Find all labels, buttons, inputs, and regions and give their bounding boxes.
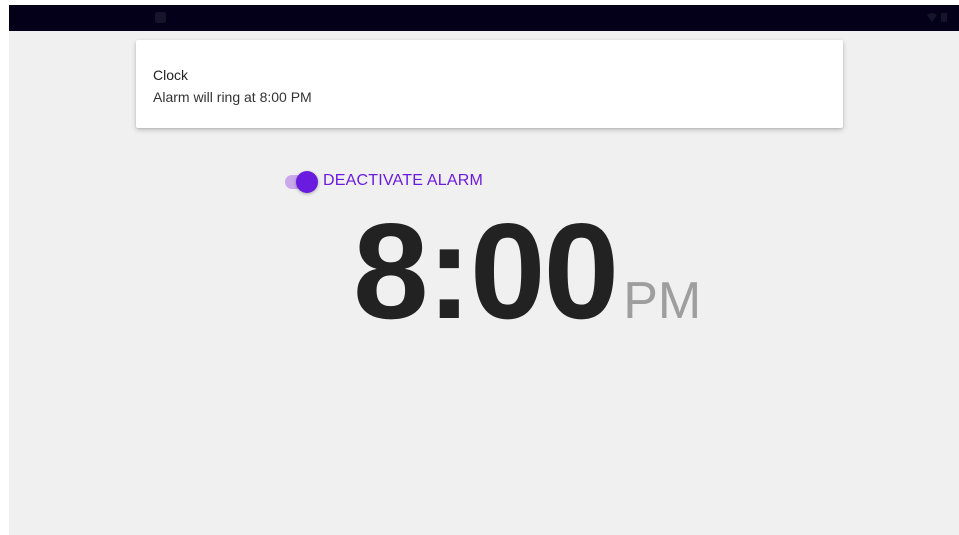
alarm-time: 8:00 — [353, 195, 619, 347]
notification-icon — [155, 12, 166, 23]
switch-thumb — [296, 171, 318, 193]
status-bar — [9, 5, 959, 31]
alarm-time-display: 8:00 PM — [353, 203, 701, 339]
status-bar-right — [927, 12, 951, 25]
alarm-switch[interactable] — [284, 168, 318, 194]
notification-app-name: Clock — [153, 67, 189, 83]
wifi-icon — [927, 12, 937, 25]
deactivate-alarm-label[interactable]: DEACTIVATE ALARM — [323, 172, 483, 190]
status-bar-left — [155, 12, 172, 23]
alarm-ampm: PM — [623, 272, 702, 330]
notification-message: Alarm will ring at 8:00 PM — [153, 89, 312, 105]
battery-icon — [941, 12, 947, 25]
alarm-notification[interactable]: Clock Alarm will ring at 8:00 PM — [136, 40, 843, 128]
app-screen: Clock Alarm will ring at 8:00 PM DEACTIV… — [9, 5, 959, 535]
alarm-toggle[interactable]: DEACTIVATE ALARM — [284, 168, 483, 194]
